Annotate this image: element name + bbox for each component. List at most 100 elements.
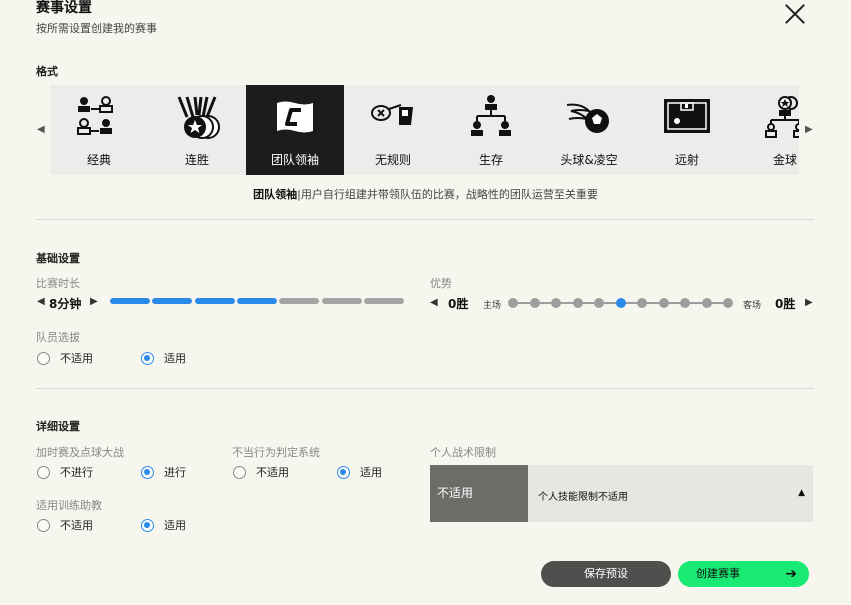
duration-bar-segment[interactable] [236,298,277,304]
format-item-streak[interactable]: 连胜 [148,85,246,175]
page-subtitle: 按所需设置创建我的赛事 [36,22,157,35]
coach-assist-label: 适用训练助教 [36,499,102,512]
page-title: 赛事设置 [36,0,92,16]
format-item-long-shot[interactable]: 远射 [638,85,736,175]
radio-label: 不适用 [60,519,93,532]
whistle-card-icon [371,104,413,125]
format-item-label: 金球 [772,153,797,167]
duration-bar-segment[interactable] [152,298,193,304]
advantage-away-arrow[interactable]: ▶ [805,297,813,308]
captain-flag-icon [277,101,313,133]
format-item-team-leader[interactable]: 团队领袖 [246,85,344,175]
create-event-label: 创建赛事 [696,567,740,580]
format-item-golden-ball[interactable]: 金球 [736,85,799,175]
format-section-label: 格式 [36,65,58,78]
radio-circle [233,465,246,479]
advantage-home-value: 0胜 [448,297,469,311]
radio-label: 不适用 [256,466,289,479]
duration-label: 比赛时长 [36,277,80,290]
player-selection-option-apply[interactable]: 适用 [141,350,186,366]
basic-section-label: 基础设置 [36,252,80,265]
format-carousel: 经典 连胜 团队领袖 无规则 生存 头球&凌空 远射 金球 [50,85,799,175]
duration-bar-segment[interactable] [321,298,362,304]
radio-label: 进行 [164,466,186,479]
radio-circle [37,518,50,532]
advantage-slider-dot[interactable] [658,298,669,308]
format-item-label: 经典 [86,153,111,167]
medals-icon [177,96,220,139]
player-selection-option-none[interactable]: 不适用 [37,350,93,366]
extra-time-option-no[interactable]: 不进行 [37,464,93,480]
advantage-away-value: 0胜 [775,297,796,311]
survival-bracket-icon [471,95,511,136]
foul-system-option-none[interactable]: 不适用 [233,464,289,480]
advantage-slider-dot[interactable] [529,298,540,308]
save-preset-button[interactable]: 保存预设 [541,561,671,587]
format-description: 团队领袖|用户自行组建并带领队伍的比赛，战略性的团队运营至关重要 [0,186,851,202]
foul-system-label: 不当行为判定系统 [232,446,320,459]
format-item-survival[interactable]: 生存 [442,85,540,175]
tactic-limit-value: 不适用 [430,465,528,522]
golden-ball-icon [765,96,799,138]
advantage-label: 优势 [430,277,452,290]
extra-time-label: 加时赛及点球大战 [36,446,124,459]
advantage-home-arrow[interactable]: ◀ [430,297,438,308]
duration-increase-arrow[interactable]: ▶ [90,296,98,307]
page-header: 赛事设置 按所需设置创建我的赛事 [36,0,157,36]
duration-bar-segment[interactable] [279,298,320,304]
radio-label: 适用 [360,466,382,479]
duration-bar-segment[interactable] [110,298,150,304]
radio-circle [141,465,154,479]
format-item-no-rules[interactable]: 无规则 [344,85,442,175]
duration-value: 8分钟 [49,297,82,311]
format-scroll-right-arrow[interactable]: ▶ [805,124,813,135]
format-item-classic[interactable]: 经典 [50,85,148,175]
duration-decrease-arrow[interactable]: ◀ [37,296,45,307]
radio-label: 不进行 [60,466,93,479]
radio-circle [337,465,350,479]
section-divider [36,388,814,389]
format-item-label: 远射 [674,153,699,167]
format-item-label: 生存 [478,153,503,167]
advantage-slider-dot[interactable] [508,298,518,308]
radio-circle [37,351,50,365]
create-event-button[interactable]: 创建赛事 ➔ [678,561,809,587]
format-scroll-left-arrow[interactable]: ◀ [37,124,45,135]
arrow-right-icon: ➔ [785,566,797,582]
radio-circle [37,465,50,479]
advantage-slider-dot[interactable] [615,298,626,308]
radio-label: 适用 [164,519,186,532]
advantage-slider-dot[interactable] [572,298,583,308]
radio-circle [141,518,154,532]
detail-section-label: 详细设置 [36,420,80,433]
format-description-text: |用户自行组建并带领队伍的比赛，战略性的团队运营至关重要 [297,188,598,201]
format-item-header-volley[interactable]: 头球&凌空 [540,85,638,175]
radio-label: 不适用 [60,352,93,365]
tactic-limit-description: 个人技能限制不适用 [538,492,628,503]
advantage-home-label: 主场 [483,301,502,311]
duration-bar-segment[interactable] [194,298,235,304]
extra-time-option-yes[interactable]: 进行 [141,464,186,480]
advantage-slider-dot[interactable] [637,298,647,308]
radio-label: 适用 [164,352,186,365]
tactic-limit-label: 个人战术限制 [430,446,496,459]
format-item-label: 团队领袖 [270,153,319,167]
advantage-slider-dot[interactable] [594,298,604,308]
radio-circle [141,351,154,365]
advantage-slider-dot[interactable] [551,298,561,308]
advantage-slider-dot[interactable] [680,298,690,308]
format-item-label: 无规则 [374,153,411,167]
tactic-limit-dropdown[interactable]: 不适用 个人技能限制不适用 ▲ [430,465,813,522]
advantage-slider-dot[interactable] [701,298,712,308]
advantage-slider-dot[interactable] [723,298,733,308]
duration-bar-segment[interactable] [363,298,404,304]
close-button[interactable] [782,2,808,26]
advantage-away-label: 客场 [743,301,762,311]
coach-assist-option-none[interactable]: 不适用 [37,517,93,533]
bracket-players-icon [77,96,113,135]
player-selection-label: 队员选拔 [36,331,80,344]
section-divider [36,219,814,220]
caret-up-icon: ▲ [798,488,805,498]
coach-assist-option-apply[interactable]: 适用 [141,517,186,533]
foul-system-option-apply[interactable]: 适用 [337,464,382,480]
